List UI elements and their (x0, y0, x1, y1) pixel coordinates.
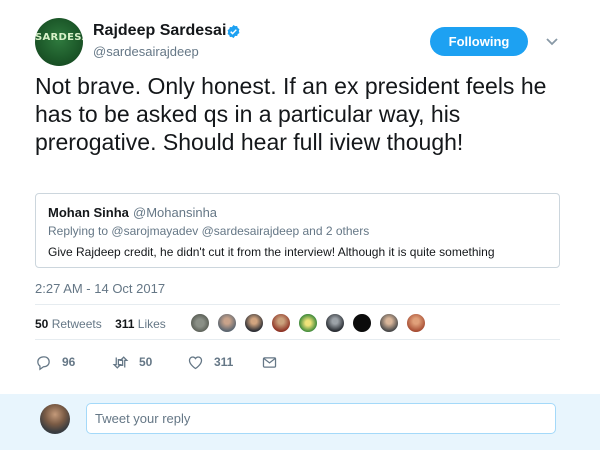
likes-label: Likes (137, 317, 166, 331)
likes-count: 311 (115, 317, 135, 331)
quote-text: Give Rajdeep credit, he didn't cut it fr… (48, 245, 495, 259)
tweet-card: SARDESAI Rajdeep Sardesai @sardesairajde… (0, 0, 600, 450)
replying-mentions[interactable]: @sarojmayadev @sardesairajdeep and 2 oth… (111, 224, 369, 238)
retweet-count: 50 (139, 355, 153, 369)
tweet-timestamp[interactable]: 2:27 AM - 14 Oct 2017 (35, 281, 165, 296)
reply-icon (37, 355, 50, 370)
retweet-button[interactable]: 50 (112, 353, 152, 371)
message-icon (262, 356, 277, 368)
liker-avatars (190, 313, 433, 335)
reply-input[interactable] (86, 403, 556, 434)
liker-avatar[interactable] (298, 313, 318, 333)
liker-avatar[interactable] (271, 313, 291, 333)
divider (35, 304, 560, 305)
author-name[interactable]: Rajdeep Sardesai (93, 22, 226, 40)
retweets-label: Retweets (51, 317, 102, 331)
reply-bar (0, 394, 600, 450)
liker-avatar[interactable] (217, 313, 237, 333)
chevron-down-icon[interactable] (545, 37, 559, 47)
retweets-stat[interactable]: 50 Retweets (35, 317, 102, 331)
author-avatar[interactable]: SARDESAI (35, 18, 83, 66)
like-icon (188, 355, 203, 369)
retweets-count: 50 (35, 317, 49, 331)
tweet-stats: 50 Retweets 311 Likes (35, 317, 166, 331)
divider (35, 339, 560, 340)
current-user-avatar[interactable] (40, 404, 70, 434)
like-count: 311 (214, 355, 234, 369)
liker-avatar[interactable] (190, 313, 210, 333)
likes-stat[interactable]: 311 Likes (115, 317, 166, 331)
quoted-tweet[interactable]: Mohan Sinha @Mohansinha Replying to @sar… (35, 193, 560, 268)
tweet-text: Not brave. Only honest. If an ex preside… (35, 73, 547, 155)
following-button[interactable]: Following (430, 27, 528, 56)
quote-author-name: Mohan Sinha (48, 205, 129, 220)
quote-author-handle: @Mohansinha (133, 205, 218, 220)
liker-avatar[interactable] (352, 313, 372, 333)
liker-avatar[interactable] (244, 313, 264, 333)
like-button[interactable]: 311 (187, 353, 233, 371)
avatar-logo-text: SARDESAI (35, 32, 83, 43)
liker-avatar[interactable] (379, 313, 399, 333)
quote-replying-to: Replying to @sarojmayadev @sardesairajde… (48, 224, 369, 238)
verified-icon (227, 24, 240, 39)
liker-avatar[interactable] (325, 313, 345, 333)
liker-avatar[interactable] (406, 313, 426, 333)
reply-count: 96 (62, 355, 76, 369)
retweet-icon (112, 355, 129, 369)
author-handle[interactable]: @sardesairajdeep (93, 44, 199, 59)
replying-prefix: Replying to (48, 224, 109, 238)
direct-message-button[interactable] (261, 353, 278, 371)
reply-button[interactable]: 96 (35, 353, 75, 371)
